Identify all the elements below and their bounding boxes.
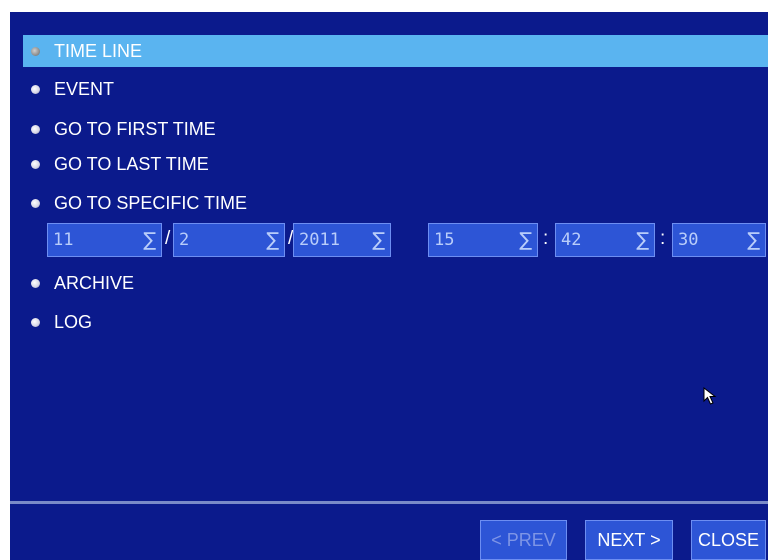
- minute-spinbox[interactable]: 42 ∑: [555, 223, 655, 257]
- sigma-dropdown-icon[interactable]: ∑: [519, 230, 532, 250]
- second-spinbox[interactable]: 30 ∑: [672, 223, 766, 257]
- sigma-dropdown-icon[interactable]: ∑: [747, 230, 760, 250]
- radio-icon: [31, 84, 40, 94]
- radio-icon: [31, 198, 40, 208]
- menu-item-label: EVENT: [54, 78, 115, 99]
- menu-item-label: LOG: [54, 311, 93, 332]
- hour-spinbox[interactable]: 15 ∑: [428, 223, 538, 257]
- menu-item-log[interactable]: LOG: [23, 305, 768, 339]
- date-separator: /: [165, 228, 171, 249]
- radio-icon: [31, 124, 40, 134]
- menu-item-label: GO TO SPECIFIC TIME: [54, 192, 248, 213]
- radio-icon: [31, 278, 40, 288]
- menu-item-time-line[interactable]: TIME LINE: [23, 35, 768, 67]
- sigma-dropdown-icon[interactable]: ∑: [266, 230, 279, 250]
- sigma-dropdown-icon[interactable]: ∑: [636, 230, 649, 250]
- time-separator: :: [543, 228, 549, 249]
- year-value: 2011: [299, 230, 340, 250]
- menu-item-go-to-specific-time[interactable]: GO TO SPECIFIC TIME: [23, 186, 768, 220]
- prev-button[interactable]: < PREV: [480, 520, 567, 560]
- year-spinbox[interactable]: 2011 ∑: [293, 223, 391, 257]
- menu-item-label: TIME LINE: [54, 40, 143, 61]
- hour-value: 15: [434, 230, 455, 250]
- divider: [10, 501, 768, 504]
- menu-item-label: GO TO FIRST TIME: [54, 118, 216, 139]
- sigma-dropdown-icon[interactable]: ∑: [143, 230, 156, 250]
- next-button[interactable]: NEXT >: [585, 520, 673, 560]
- day-value: 2: [179, 230, 190, 250]
- time-separator: :: [660, 228, 666, 249]
- menu-item-go-to-first-time[interactable]: GO TO FIRST TIME: [23, 112, 768, 146]
- menu-item-archive[interactable]: ARCHIVE: [23, 266, 768, 300]
- mouse-cursor-icon: [703, 387, 717, 405]
- radio-icon: [31, 159, 40, 169]
- menu-item-go-to-last-time[interactable]: GO TO LAST TIME: [23, 147, 768, 181]
- month-spinbox[interactable]: 11 ∑: [47, 223, 162, 257]
- sigma-dropdown-icon[interactable]: ∑: [372, 230, 385, 250]
- search-menu-screen: TIME LINE EVENT GO TO FIRST TIME GO TO L…: [10, 12, 768, 560]
- menu-item-label: GO TO LAST TIME: [54, 153, 209, 174]
- specific-time-fields: 11 ∑ / 2 ∑ / 2011 ∑ 15 ∑ : 42 ∑ : 30 ∑: [10, 223, 768, 263]
- close-button[interactable]: CLOSE: [691, 520, 766, 560]
- month-value: 11: [53, 230, 74, 250]
- menu-item-event[interactable]: EVENT: [23, 72, 768, 106]
- day-spinbox[interactable]: 2 ∑: [173, 223, 285, 257]
- radio-selected-icon: [31, 46, 40, 56]
- radio-icon: [31, 317, 40, 327]
- minute-value: 42: [561, 230, 582, 250]
- menu-item-label: ARCHIVE: [54, 272, 135, 293]
- second-value: 30: [678, 230, 699, 250]
